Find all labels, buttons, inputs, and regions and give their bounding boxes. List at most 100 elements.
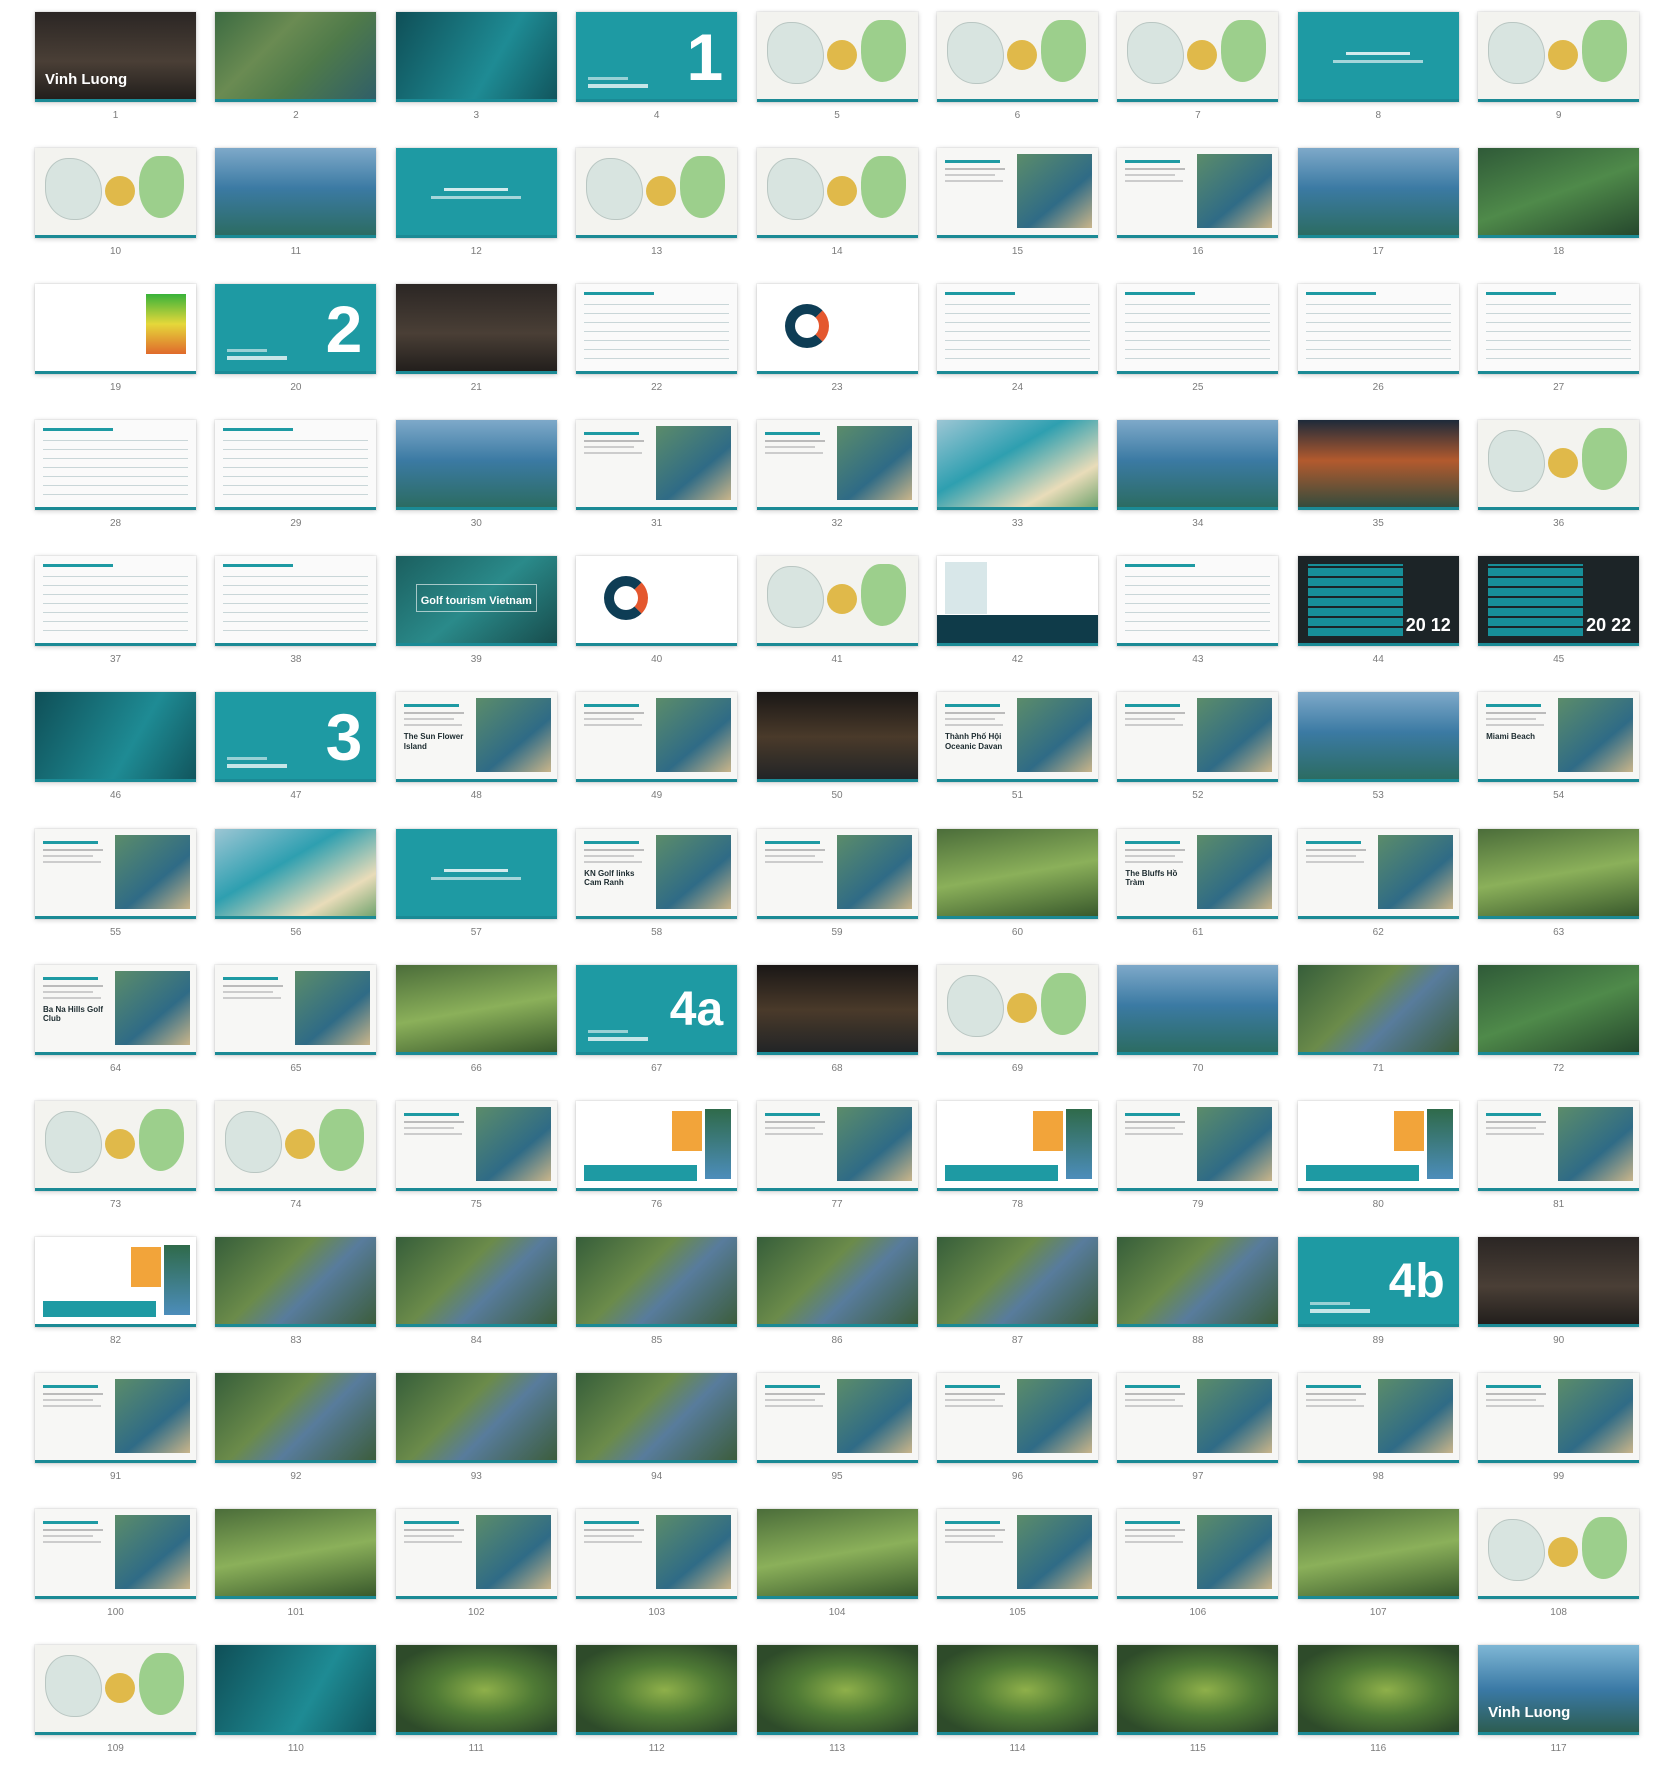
slide-thumbnail[interactable] xyxy=(936,964,1098,1055)
slide-thumbnail[interactable]: The Bluffs Hồ Tràm xyxy=(1117,828,1279,919)
slide-thumbnail[interactable] xyxy=(395,1509,557,1600)
slide-thumbnail[interactable] xyxy=(1117,1509,1279,1600)
slide-thumbnail[interactable] xyxy=(35,556,196,647)
slide-thumbnail[interactable] xyxy=(936,284,1098,375)
slide-thumbnail[interactable] xyxy=(1297,1372,1459,1463)
slide-thumbnail[interactable] xyxy=(756,556,918,647)
slide-thumbnail[interactable] xyxy=(936,12,1098,102)
slide-thumbnail[interactable] xyxy=(756,1509,918,1600)
slide-thumbnail[interactable] xyxy=(395,1100,557,1191)
slide-thumbnail[interactable] xyxy=(756,692,918,783)
slide-thumbnail[interactable] xyxy=(1297,420,1459,511)
slide-thumbnail[interactable] xyxy=(1117,1100,1279,1191)
slide-thumbnail[interactable] xyxy=(35,1100,196,1191)
slide-thumbnail[interactable] xyxy=(756,148,918,239)
slide-thumbnail[interactable] xyxy=(1297,148,1459,239)
slide-thumbnail[interactable] xyxy=(1478,1509,1640,1600)
slide-thumbnail[interactable] xyxy=(576,1236,738,1327)
slide-thumbnail[interactable] xyxy=(1117,12,1279,102)
slide-thumbnail[interactable] xyxy=(576,692,738,783)
slide-thumbnail[interactable] xyxy=(936,420,1098,511)
slide-thumbnail[interactable] xyxy=(35,692,196,783)
slide-thumbnail[interactable] xyxy=(1117,556,1279,647)
slide-thumbnail[interactable] xyxy=(395,1372,557,1463)
slide-thumbnail[interactable] xyxy=(1478,284,1640,375)
slide-thumbnail[interactable] xyxy=(756,964,918,1055)
slide-thumbnail[interactable] xyxy=(215,148,377,239)
slide-thumbnail[interactable] xyxy=(1117,1372,1279,1463)
slide-thumbnail[interactable] xyxy=(1117,1645,1279,1736)
slide-thumbnail[interactable] xyxy=(35,148,196,239)
slide-thumbnail[interactable]: KN Golf links Cam Ranh xyxy=(576,828,738,919)
slide-thumbnail[interactable] xyxy=(936,1372,1098,1463)
slide-thumbnail[interactable] xyxy=(1297,964,1459,1055)
slide-thumbnail[interactable] xyxy=(395,964,557,1055)
slide-thumbnail[interactable] xyxy=(1297,1645,1459,1736)
slide-thumbnail[interactable]: 4b xyxy=(1297,1236,1459,1327)
slide-thumbnail[interactable] xyxy=(215,1645,377,1736)
slide-thumbnail[interactable] xyxy=(35,284,196,375)
slide-thumbnail[interactable] xyxy=(756,420,918,511)
slide-thumbnail[interactable] xyxy=(35,1236,196,1327)
slide-thumbnail[interactable] xyxy=(395,828,557,919)
slide-thumbnail[interactable] xyxy=(576,1372,738,1463)
slide-thumbnail[interactable] xyxy=(576,1509,738,1600)
slide-thumbnail[interactable]: The Sun Flower Island xyxy=(395,692,557,783)
slide-thumbnail[interactable] xyxy=(395,284,557,375)
slide-thumbnail[interactable] xyxy=(215,1100,377,1191)
slide-thumbnail[interactable] xyxy=(1478,1372,1640,1463)
slide-thumbnail[interactable] xyxy=(35,828,196,919)
slide-thumbnail[interactable]: Miami Beach xyxy=(1478,692,1640,783)
slide-thumbnail[interactable] xyxy=(1478,148,1640,239)
slide-thumbnail[interactable] xyxy=(215,964,377,1055)
slide-thumbnail[interactable]: Vinh Luong xyxy=(1478,1645,1640,1736)
slide-thumbnail[interactable] xyxy=(576,284,738,375)
slide-thumbnail[interactable]: Ba Na Hills Golf Club xyxy=(35,964,196,1055)
slide-thumbnail[interactable] xyxy=(936,828,1098,919)
slide-thumbnail[interactable] xyxy=(756,1372,918,1463)
slide-thumbnail[interactable]: Vinh Luong xyxy=(35,12,196,102)
slide-thumbnail[interactable] xyxy=(395,12,557,102)
slide-thumbnail[interactable] xyxy=(1297,12,1459,102)
slide-thumbnail[interactable] xyxy=(1117,148,1279,239)
slide-thumbnail[interactable] xyxy=(756,1100,918,1191)
slide-thumbnail[interactable] xyxy=(1478,420,1640,511)
slide-thumbnail[interactable] xyxy=(936,148,1098,239)
slide-thumbnail[interactable] xyxy=(576,1100,738,1191)
slide-thumbnail[interactable] xyxy=(35,1372,196,1463)
slide-thumbnail[interactable] xyxy=(1478,1100,1640,1191)
slide-thumbnail[interactable] xyxy=(936,1236,1098,1327)
slide-thumbnail[interactable]: 1 xyxy=(576,12,738,102)
slide-thumbnail[interactable]: 4a xyxy=(576,964,738,1055)
slide-thumbnail[interactable] xyxy=(1117,420,1279,511)
slide-thumbnail[interactable] xyxy=(1478,964,1640,1055)
slide-thumbnail[interactable] xyxy=(35,420,196,511)
slide-thumbnail[interactable] xyxy=(936,1509,1098,1600)
slide-thumbnail[interactable] xyxy=(1297,1509,1459,1600)
slide-thumbnail[interactable]: 2 xyxy=(215,284,377,375)
slide-thumbnail[interactable] xyxy=(756,12,918,102)
slide-thumbnail[interactable] xyxy=(1297,284,1459,375)
slide-thumbnail[interactable] xyxy=(1117,1236,1279,1327)
slide-thumbnail[interactable]: Thành Phố Hội Oceanic Davan xyxy=(936,692,1098,783)
slide-thumbnail[interactable] xyxy=(395,148,557,239)
slide-thumbnail[interactable] xyxy=(215,1509,377,1600)
slide-thumbnail[interactable] xyxy=(1478,12,1640,102)
slide-thumbnail[interactable] xyxy=(1117,284,1279,375)
slide-thumbnail[interactable] xyxy=(1297,828,1459,919)
slide-thumbnail[interactable] xyxy=(756,284,918,375)
slide-thumbnail[interactable] xyxy=(395,1645,557,1736)
slide-thumbnail[interactable] xyxy=(576,1645,738,1736)
slide-thumbnail[interactable] xyxy=(1297,692,1459,783)
slide-thumbnail[interactable]: 20 12 xyxy=(1297,556,1459,647)
slide-thumbnail[interactable] xyxy=(936,1645,1098,1736)
slide-thumbnail[interactable] xyxy=(576,420,738,511)
slide-thumbnail[interactable] xyxy=(1117,692,1279,783)
slide-thumbnail[interactable]: Golf tourism Vietnam xyxy=(395,556,557,647)
slide-thumbnail[interactable]: 3 xyxy=(215,692,377,783)
slide-thumbnail[interactable] xyxy=(215,556,377,647)
slide-thumbnail[interactable] xyxy=(215,420,377,511)
slide-thumbnail[interactable] xyxy=(1297,1100,1459,1191)
slide-thumbnail[interactable] xyxy=(35,1509,196,1600)
slide-thumbnail[interactable] xyxy=(215,828,377,919)
